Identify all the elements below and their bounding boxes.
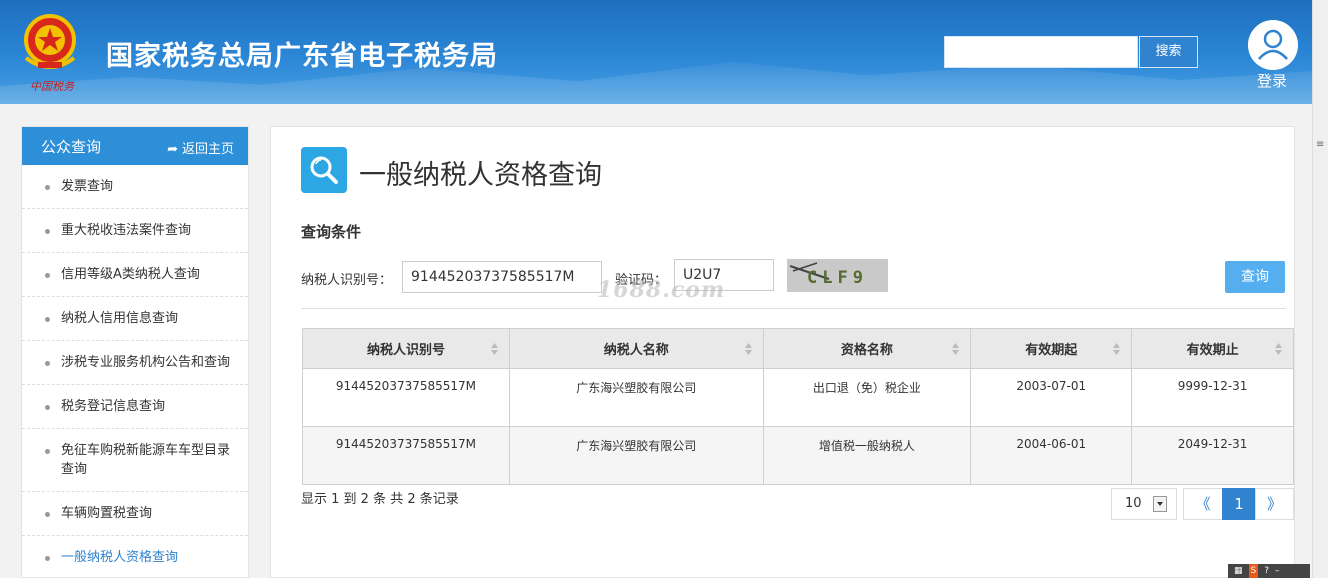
captcha-image[interactable]: CLF9 [787,259,888,292]
sort-icon [1275,343,1282,355]
sidebar-menu: 发票查询 重大税收违法案件查询 信用等级A类纳税人查询 纳税人信用信息查询 涉税… [22,165,248,577]
cell-valid-to: 9999-12-31 [1131,368,1294,427]
table-row: 91445203737585517M 广东海兴塑胶有限公司 出口退（免）税企业 … [302,368,1294,427]
user-icon[interactable] [1248,20,1298,70]
keyboard-icon[interactable]: ▦ [1234,564,1243,578]
cell-valid-from: 2004-06-01 [970,426,1133,485]
column-header-label: 有效期起 [1025,343,1078,358]
page-size-select[interactable]: 10 [1111,488,1177,520]
table-row: 91445203737585517M 广东海兴塑胶有限公司 增值税一般纳税人 2… [302,426,1294,485]
tax-emblem-icon: 中国税务 [24,14,76,93]
site-title: 国家税务总局广东省电子税务局 [106,41,498,72]
site-header: 中国税务 国家税务总局广东省电子税务局 搜索 登录 [0,0,1312,104]
column-header-valid-from[interactable]: 有效期起 [970,328,1133,369]
prev-page-button[interactable]: 《 [1183,488,1223,520]
search-input[interactable] [944,36,1138,68]
sidebar-item-ev-exemption[interactable]: 免征车购税新能源车车型目录查询 [22,429,248,492]
sidebar-title: 公众查询 [41,138,102,156]
next-page-button[interactable]: 》 [1255,488,1294,520]
column-header-valid-to[interactable]: 有效期止 [1131,328,1294,369]
sort-icon [490,343,498,355]
query-conditions-heading: 查询条件 [301,223,362,241]
column-header-qualification[interactable]: 资格名称 [762,328,972,369]
sidebar-item-credit-info[interactable]: 纳税人信用信息查询 [22,297,248,341]
taxpayer-id-input[interactable]: 91445203737585517M [402,261,602,293]
sidebar-header: 公众查询 ➦ 返回主页 [22,127,248,165]
main-panel: 一般纳税人资格查询 查询条件 纳税人识别号： 91445203737585517… [270,126,1295,578]
back-home-label: 返回主页 [181,142,234,157]
minimize-icon[interactable]: – [1275,564,1280,578]
cell-taxpayer-name: 广东海兴塑胶有限公司 [508,368,764,427]
divider [301,308,1286,309]
cell-qualification: 出口退（免）税企业 [762,368,972,427]
watermark: 1688.com [597,277,726,303]
table-header-row: 纳税人识别号 纳税人名称 资格名称 有效期起 有效期止 [302,328,1294,369]
sort-icon [1113,343,1121,355]
emblem-text: 中国税务 [30,80,75,93]
cell-valid-to: 2049-12-31 [1131,426,1294,485]
cell-taxpayer-id: 91445203737585517M [302,426,510,485]
column-header-taxpayer-name[interactable]: 纳税人名称 [508,328,764,369]
page-title: 一般纳税人资格查询 [359,160,602,191]
search-icon [301,147,347,193]
login-link[interactable]: 登录 [1250,70,1294,91]
sidebar-item-invoice[interactable]: 发票查询 [22,165,248,209]
cell-valid-from: 2003-07-01 [970,368,1133,427]
sidebar-item-credit-a[interactable]: 信用等级A类纳税人查询 [22,253,248,297]
query-button[interactable]: 查询 [1225,261,1285,293]
page-size-value: 10 [1125,496,1142,511]
sidebar-item-registration[interactable]: 税务登记信息查询 [22,385,248,429]
column-header-label: 纳税人识别号 [366,343,445,358]
column-header-label: 纳税人名称 [603,343,669,358]
reply-arrow-icon: ➦ [167,142,178,157]
cell-taxpayer-name: 广东海兴塑胶有限公司 [508,426,764,485]
sort-icon [952,343,960,355]
sort-icon [744,343,752,355]
cell-taxpayer-id: 91445203737585517M [302,368,510,427]
captcha-image-text: CLF9 [807,268,868,288]
column-header-label: 资格名称 [840,343,893,358]
sidebar-item-general-taxpayer[interactable]: 一般纳税人资格查询 [22,536,248,577]
current-page-button[interactable]: 1 [1222,488,1256,520]
pagination-info: 显示 1 到 2 条 共 2 条记录 [301,492,459,507]
page-scrollbar[interactable]: ≡ [1312,0,1328,578]
sidebar-item-major-violation[interactable]: 重大税收违法案件查询 [22,209,248,253]
scrollbar-grip-icon: ≡ [1316,139,1325,150]
back-home-link[interactable]: ➦ 返回主页 [167,138,234,157]
column-header-taxpayer-id[interactable]: 纳税人识别号 [302,328,510,369]
system-tray: ▦ S? – [1228,564,1310,578]
sidebar-item-service-agency[interactable]: 涉税专业服务机构公告和查询 [22,341,248,385]
help-icon[interactable]: ? [1264,564,1269,578]
results-table: 纳税人识别号 纳税人名称 资格名称 有效期起 有效期止 914452037375… [302,328,1294,485]
search-button[interactable]: 搜索 [1139,36,1198,68]
sidebar-item-vehicle-tax[interactable]: 车辆购置税查询 [22,492,248,536]
column-header-label: 有效期止 [1186,343,1239,358]
cell-qualification: 增值税一般纳税人 [762,426,972,485]
ime-icon[interactable]: S [1248,564,1259,578]
chevron-down-icon[interactable] [1153,496,1167,512]
taxpayer-id-label: 纳税人识别号： [301,273,393,288]
sidebar: 公众查询 ➦ 返回主页 发票查询 重大税收违法案件查询 信用等级A类纳税人查询 纳… [21,126,249,578]
